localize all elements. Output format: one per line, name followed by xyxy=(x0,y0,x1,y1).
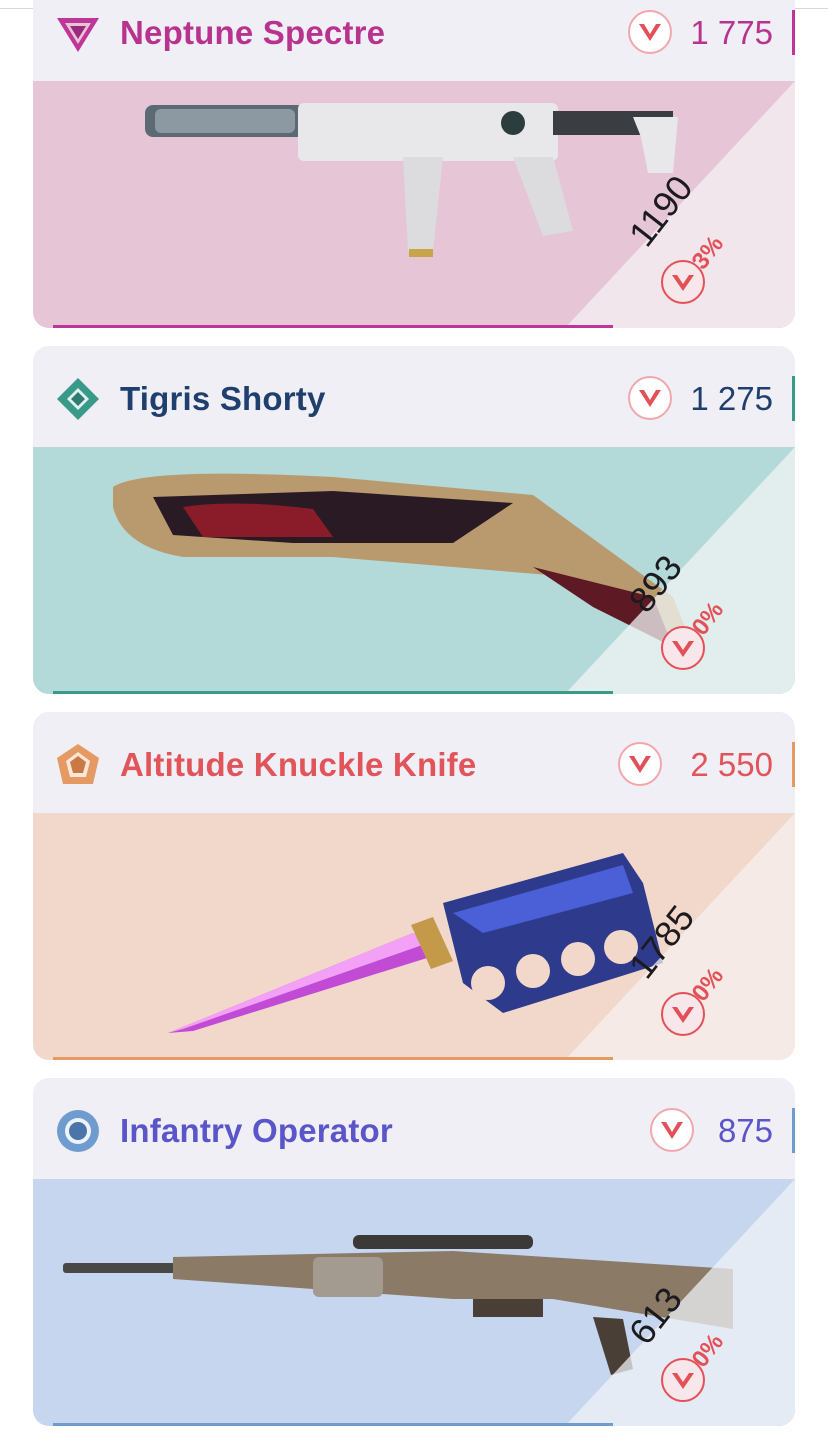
skin-card-tigris-shorty[interactable]: Tigris Shorty 1 275 893 -30% xyxy=(33,346,795,694)
skin-artwork: 613 -30% xyxy=(33,1179,795,1426)
skin-card-neptune-spectre[interactable]: Neptune Spectre 1 775 1190 -33% xyxy=(33,0,795,328)
original-price: 1 775 xyxy=(690,14,773,51)
accent-bar xyxy=(792,376,795,421)
skin-name: Altitude Knuckle Knife xyxy=(120,746,477,783)
valorant-points-icon xyxy=(650,1108,694,1152)
valorant-points-icon xyxy=(628,10,672,54)
valorant-points-icon xyxy=(661,1358,705,1402)
bottom-accent-bar xyxy=(53,1057,613,1060)
accent-bar xyxy=(792,1108,795,1153)
sale-price: 613 xyxy=(620,1279,690,1352)
triangle-tier-icon xyxy=(57,18,99,52)
card-header: Tigris Shorty 1 275 xyxy=(33,346,795,447)
bottom-accent-bar xyxy=(53,1423,613,1426)
pentagon-tier-icon xyxy=(57,744,99,784)
bottom-accent-bar xyxy=(53,691,613,694)
skin-card-infantry-operator[interactable]: Infantry Operator 875 613 -30% xyxy=(33,1078,795,1426)
original-price: 2 550 xyxy=(690,746,773,783)
card-header: Infantry Operator 875 xyxy=(33,1078,795,1179)
original-price: 1 275 xyxy=(690,380,773,417)
skin-artwork: 1190 -33% xyxy=(33,81,795,328)
sale-price: 1190 xyxy=(620,167,701,254)
sale-price: 893 xyxy=(620,547,690,620)
valorant-points-icon xyxy=(661,626,705,670)
valorant-points-icon xyxy=(661,260,705,304)
card-header: Neptune Spectre 1 775 xyxy=(33,0,795,81)
skin-artwork: 893 -30% xyxy=(33,447,795,694)
valorant-points-icon xyxy=(618,742,662,786)
diamond-tier-icon xyxy=(57,378,99,420)
accent-bar xyxy=(792,10,795,55)
skin-name: Neptune Spectre xyxy=(120,14,386,51)
card-header: Altitude Knuckle Knife 2 550 xyxy=(33,712,795,813)
skin-name: Infantry Operator xyxy=(120,1112,393,1149)
accent-bar xyxy=(792,742,795,787)
skin-card-altitude-knuckle-knife[interactable]: Altitude Knuckle Knife 2 550 1785 -30% xyxy=(33,712,795,1060)
circle-tier-icon xyxy=(57,1110,99,1152)
valorant-points-icon xyxy=(628,376,672,420)
valorant-points-icon xyxy=(661,992,705,1036)
bottom-accent-bar xyxy=(53,325,613,328)
skin-artwork: 1785 -30% xyxy=(33,813,795,1060)
sale-price: 1785 xyxy=(620,897,703,986)
skin-name: Tigris Shorty xyxy=(120,380,326,417)
original-price: 875 xyxy=(717,1112,773,1149)
